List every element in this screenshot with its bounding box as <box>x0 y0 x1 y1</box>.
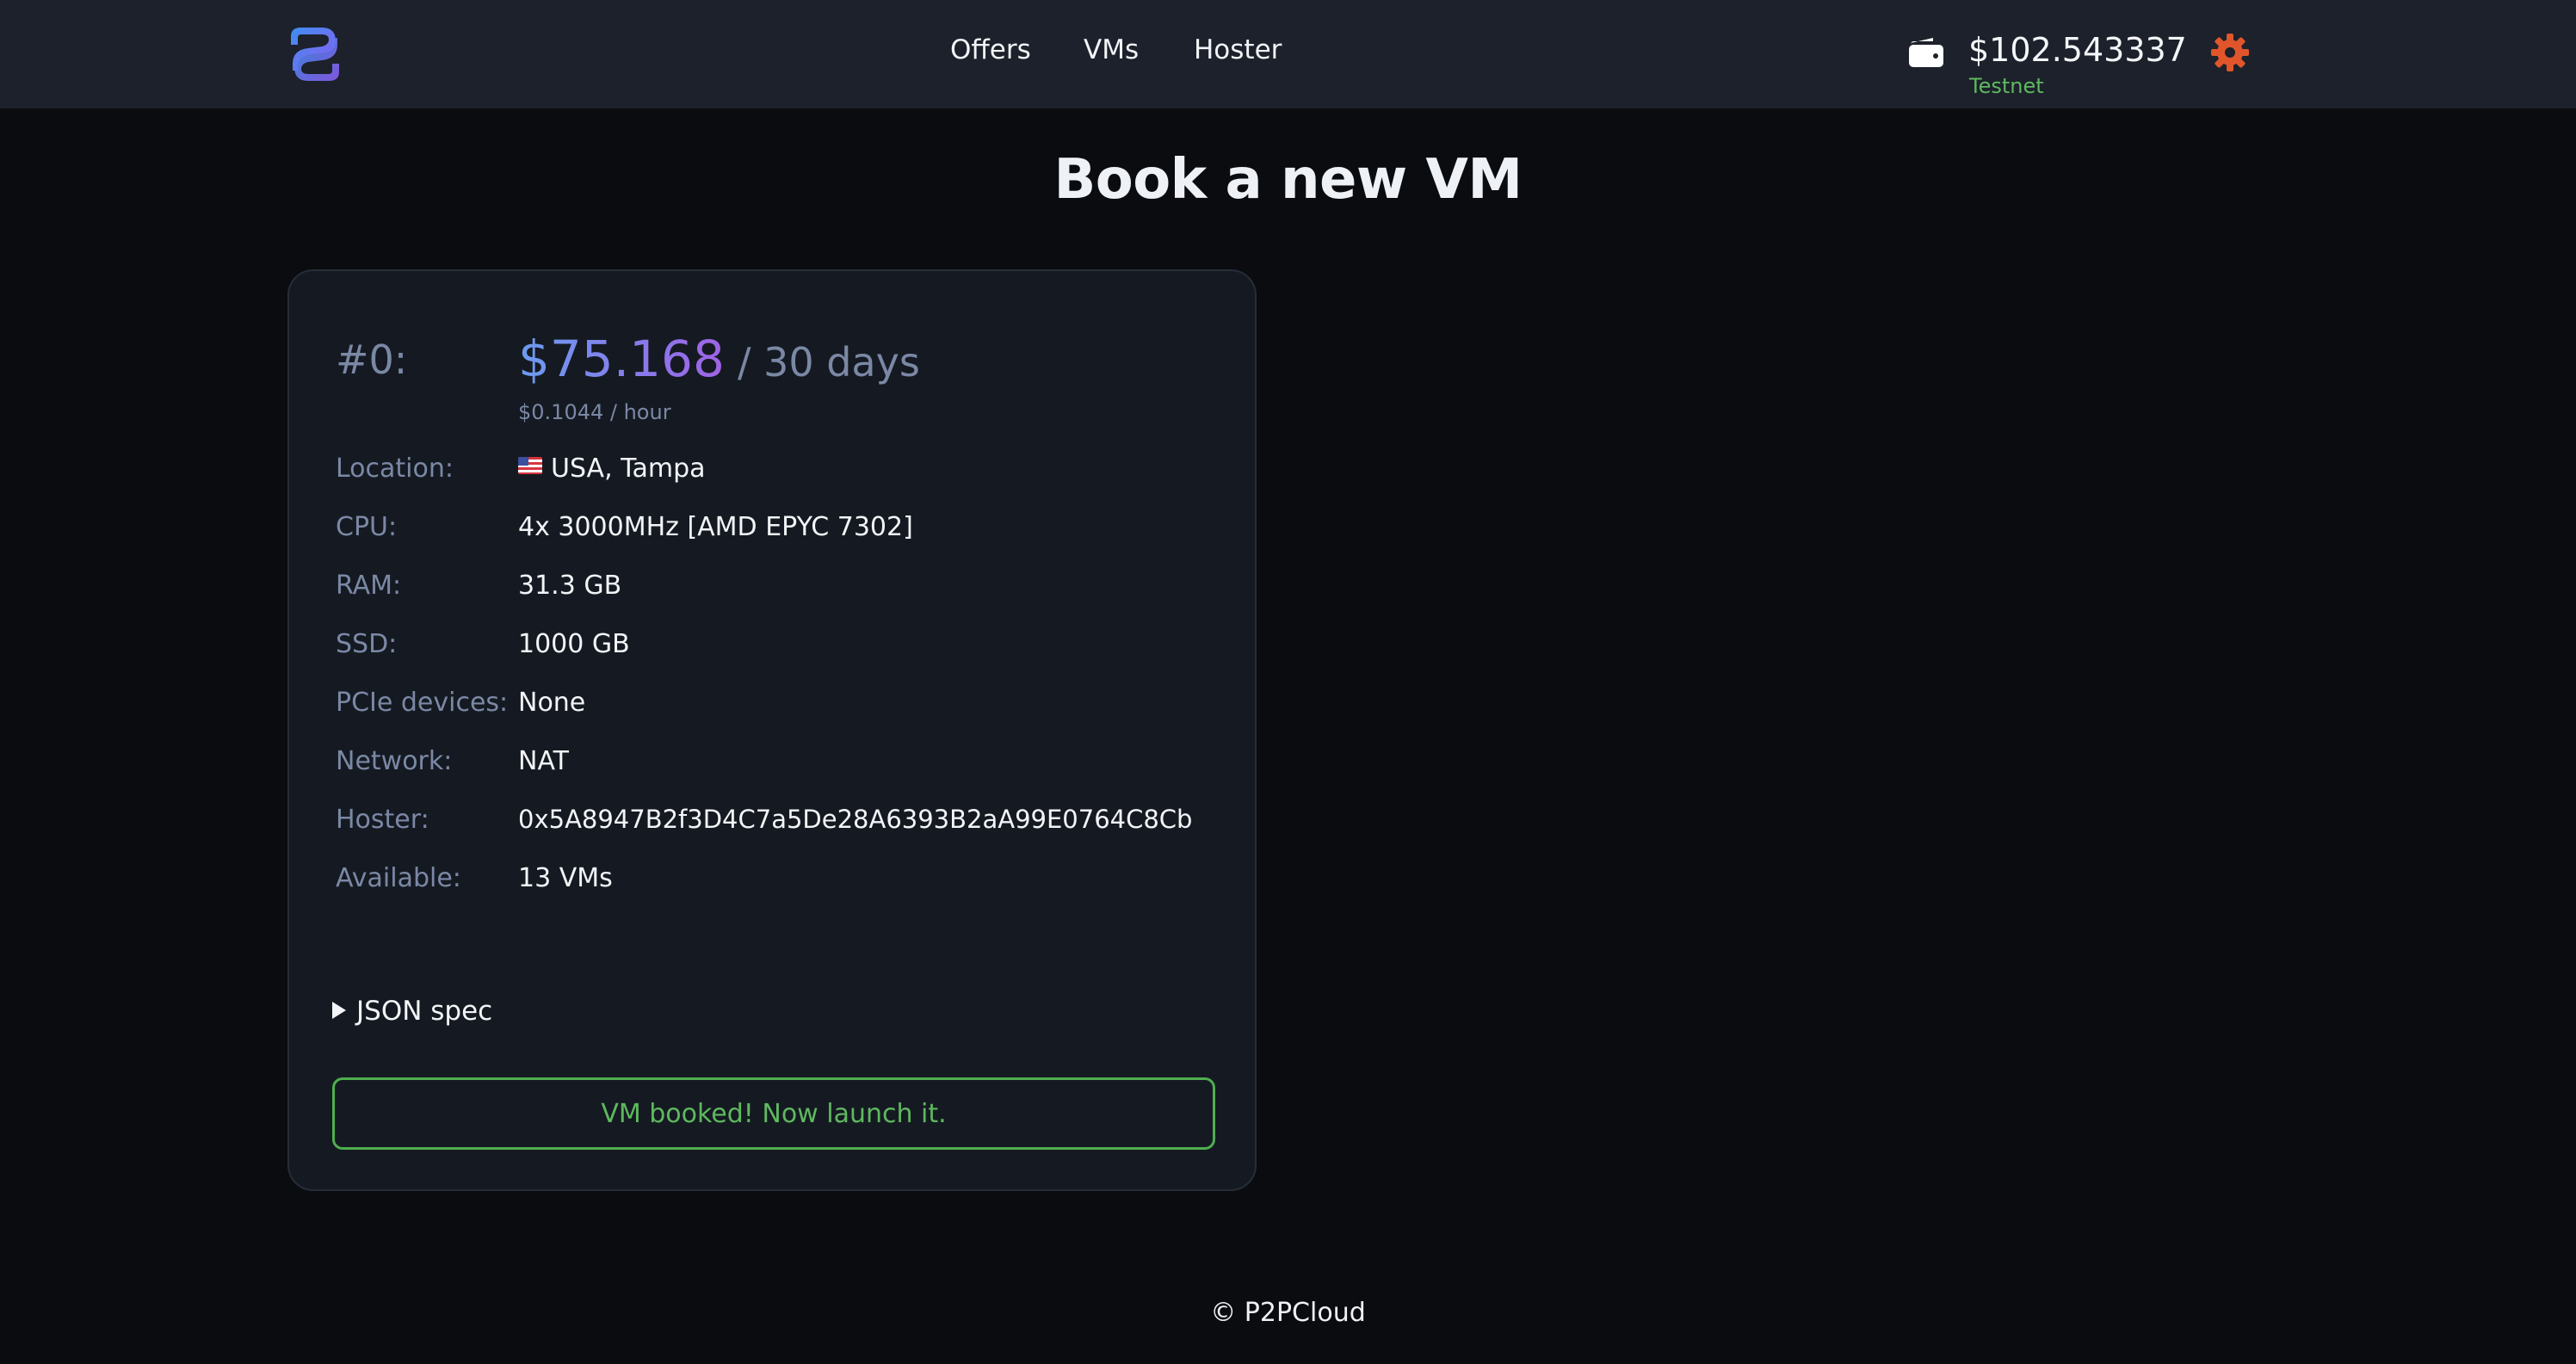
spec-value: 1000 GB <box>518 629 630 659</box>
spec-label: RAM: <box>336 571 402 601</box>
offer-index: #0: <box>336 336 408 383</box>
spec-value: 13 VMs <box>518 863 613 893</box>
spec-label: Hoster: <box>336 805 429 835</box>
spec-value: USA, Tampa <box>518 454 706 484</box>
offer-period: / 30 days <box>737 339 920 386</box>
spec-value: NAT <box>518 746 569 776</box>
nav-offers[interactable]: Offers <box>950 34 1031 65</box>
json-spec-toggle[interactable]: JSON spec <box>332 996 492 1027</box>
wallet-balance: $102.543337 <box>1968 31 2187 69</box>
hourly-price: $0.1044 / hour <box>518 400 671 424</box>
location-value: USA, Tampa <box>551 454 706 484</box>
wallet-icon <box>1909 38 1943 67</box>
spec-label: SSD: <box>336 629 398 659</box>
us-flag-icon <box>518 457 542 474</box>
spec-value: None <box>518 688 586 718</box>
offer-price: $75.168 <box>518 330 725 388</box>
spec-label: Available: <box>336 863 461 893</box>
nav-vms[interactable]: VMs <box>1084 34 1139 65</box>
json-spec-label: JSON spec <box>356 996 493 1027</box>
spec-label: CPU: <box>336 512 398 542</box>
top-navbar: Offers VMs Hoster $102.543337 Testnet <box>0 0 2576 108</box>
spec-label: Location: <box>336 454 454 484</box>
hoster-address: 0x5A8947B2f3D4C7a5De28A6393B2aA99E0764C8… <box>518 805 1193 834</box>
launch-vm-button[interactable]: VM booked! Now launch it. <box>332 1077 1215 1150</box>
p2pcloud-logo[interactable] <box>286 24 344 84</box>
disclosure-triangle-icon <box>332 1002 346 1019</box>
spec-label: PCIe devices: <box>336 688 509 718</box>
vm-offer-card: #0: $75.168 / 30 days $0.1044 / hour Loc… <box>287 269 1257 1191</box>
page-title: Book a new VM <box>1053 148 1523 212</box>
footer-copyright: © P2PCloud <box>1210 1298 1366 1328</box>
nav-hoster[interactable]: Hoster <box>1194 34 1282 65</box>
gear-icon[interactable] <box>2210 33 2250 72</box>
network-label: Testnet <box>1969 74 2044 98</box>
spec-value: 4x 3000MHz [AMD EPYC 7302] <box>518 512 913 542</box>
spec-label: Network: <box>336 746 453 776</box>
spec-value: 31.3 GB <box>518 571 622 601</box>
price-row: $75.168 / 30 days <box>518 330 920 388</box>
